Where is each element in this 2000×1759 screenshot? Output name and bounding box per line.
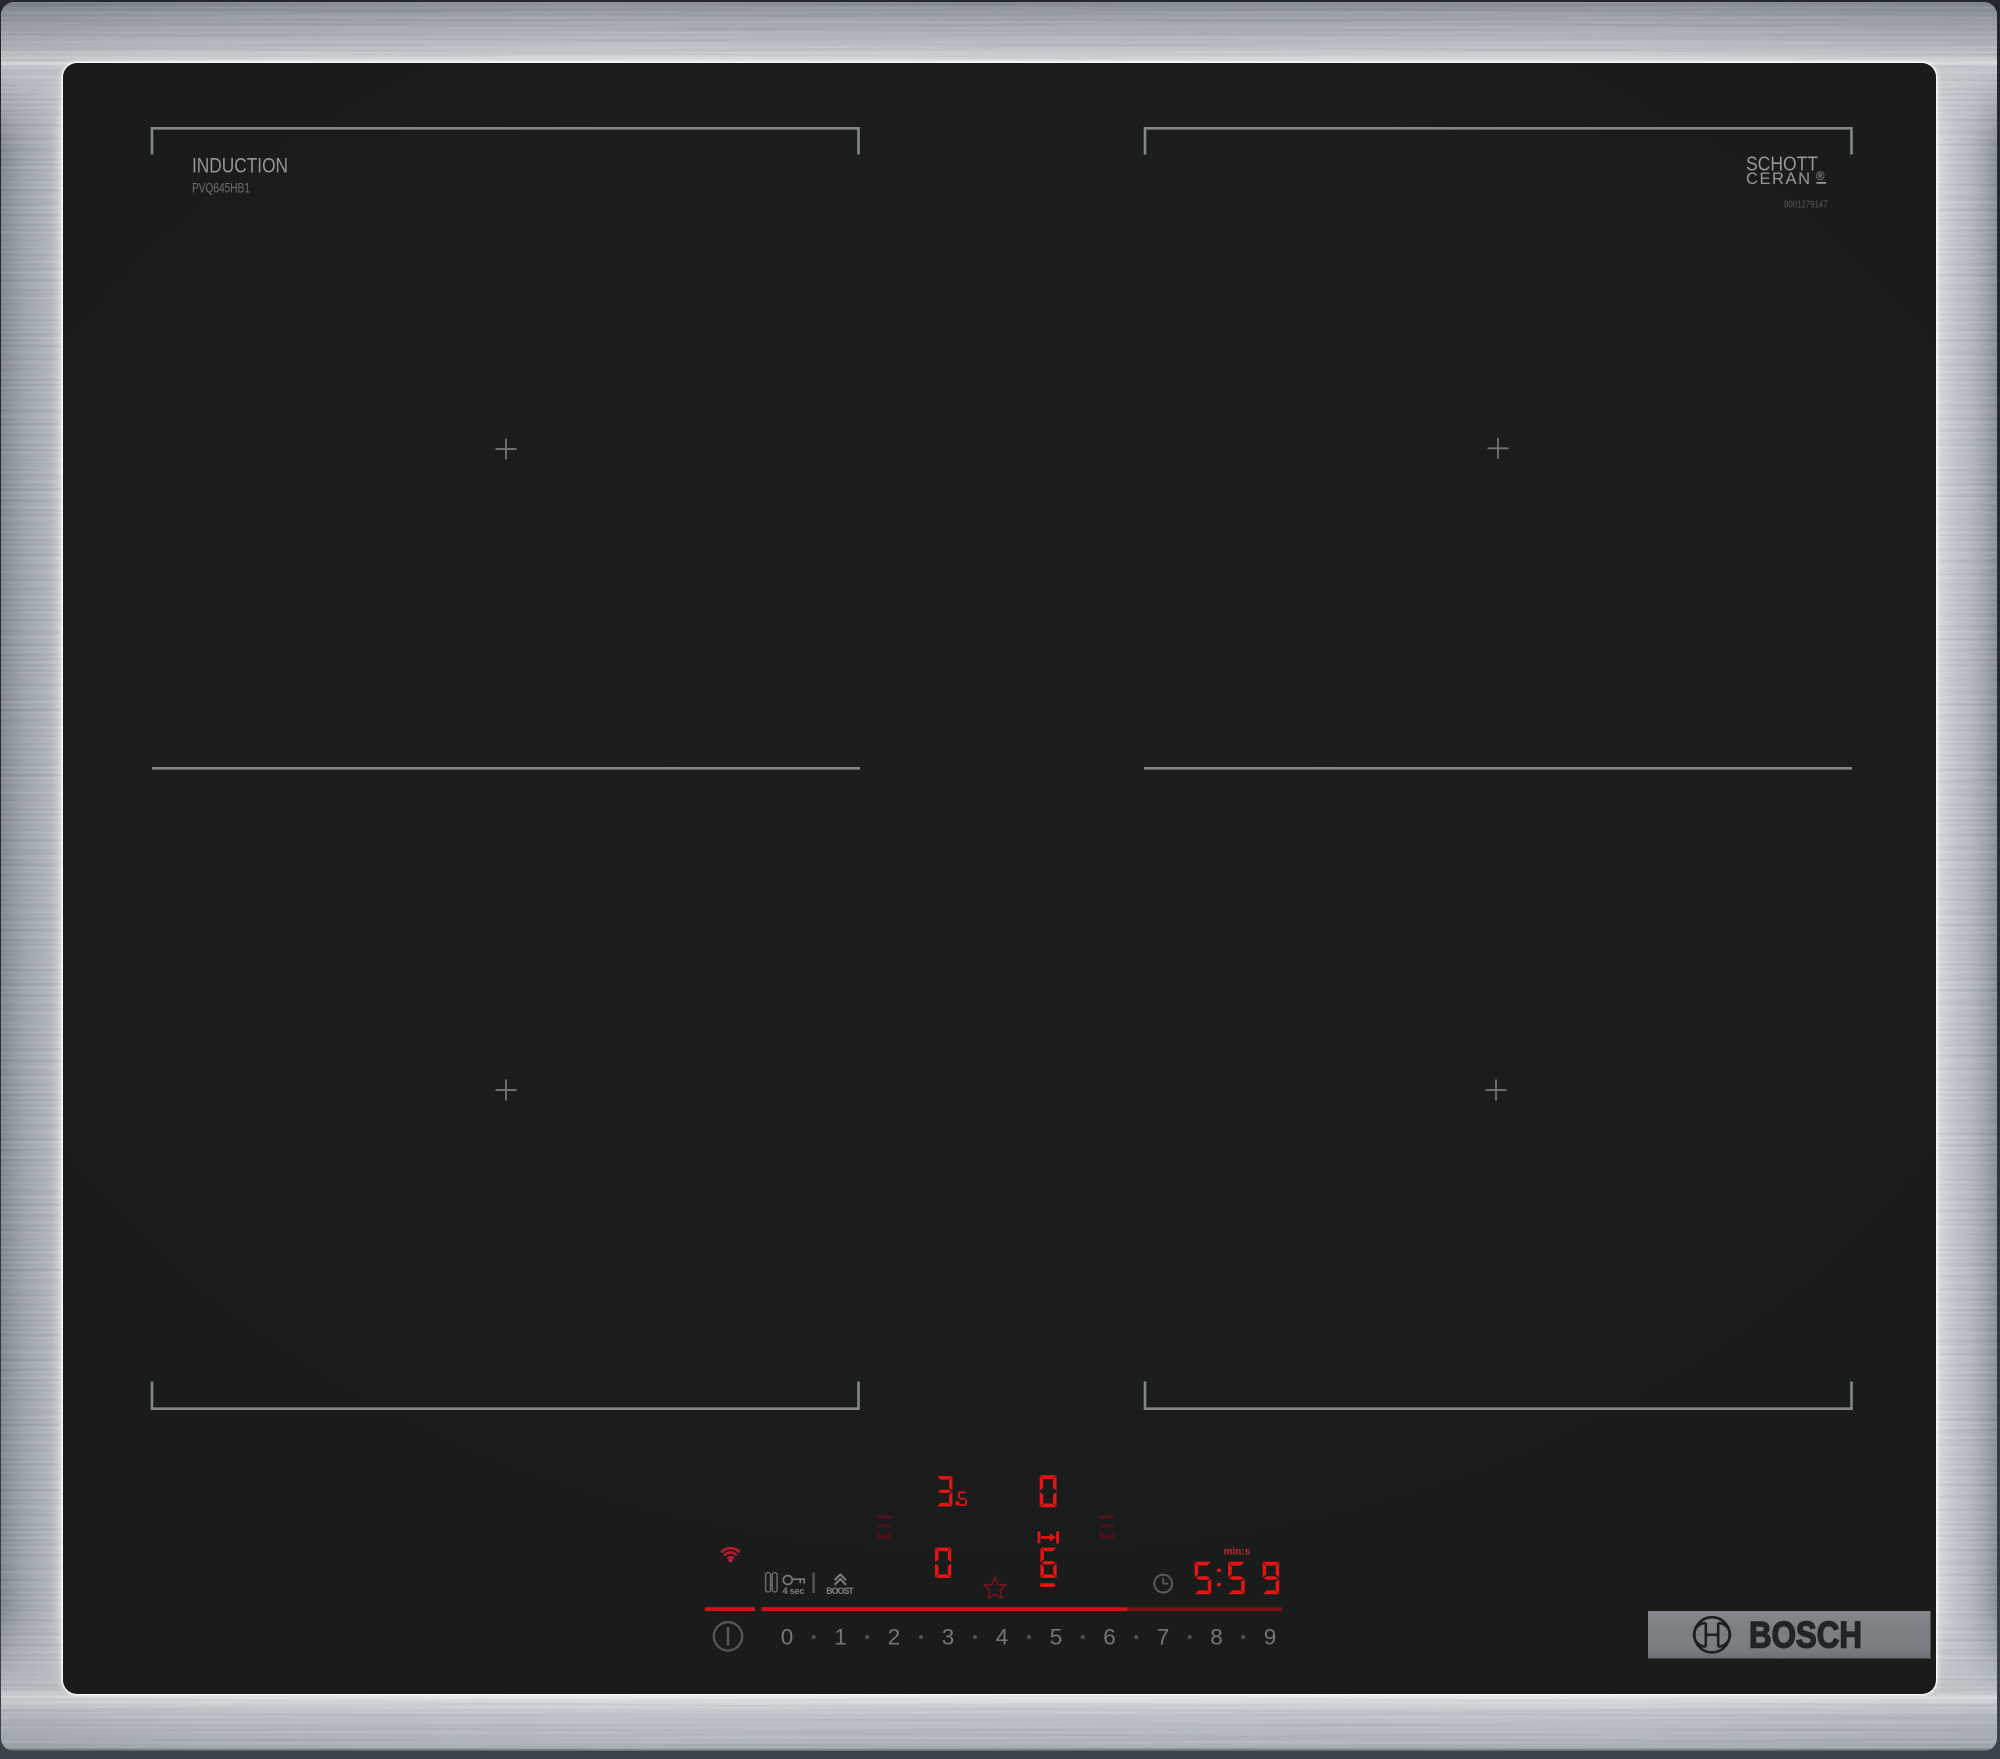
svg-text:1: 1 bbox=[834, 1624, 847, 1649]
svg-text:BOSCH: BOSCH bbox=[1749, 1615, 1862, 1656]
svg-text:®: ® bbox=[1816, 171, 1825, 183]
svg-text:7: 7 bbox=[1157, 1624, 1170, 1649]
svg-text:9: 9 bbox=[1264, 1624, 1277, 1649]
svg-text:6: 6 bbox=[1103, 1624, 1116, 1649]
svg-text:5: 5 bbox=[1050, 1624, 1063, 1649]
svg-text:8001279147: 8001279147 bbox=[1784, 199, 1828, 211]
svg-text:PVQ645HB1: PVQ645HB1 bbox=[192, 181, 250, 196]
svg-text:2: 2 bbox=[888, 1624, 901, 1649]
svg-text:4 sec: 4 sec bbox=[783, 1586, 805, 1596]
svg-text:CERAN: CERAN bbox=[1746, 170, 1810, 188]
svg-text:0: 0 bbox=[781, 1624, 794, 1649]
svg-text:INDUCTION: INDUCTION bbox=[192, 153, 288, 177]
svg-text:min:s: min:s bbox=[1224, 1547, 1251, 1558]
svg-text:3: 3 bbox=[942, 1624, 955, 1649]
svg-text:8: 8 bbox=[1210, 1624, 1223, 1649]
svg-text:4: 4 bbox=[996, 1624, 1009, 1649]
svg-text:BOOST: BOOST bbox=[826, 1586, 854, 1596]
